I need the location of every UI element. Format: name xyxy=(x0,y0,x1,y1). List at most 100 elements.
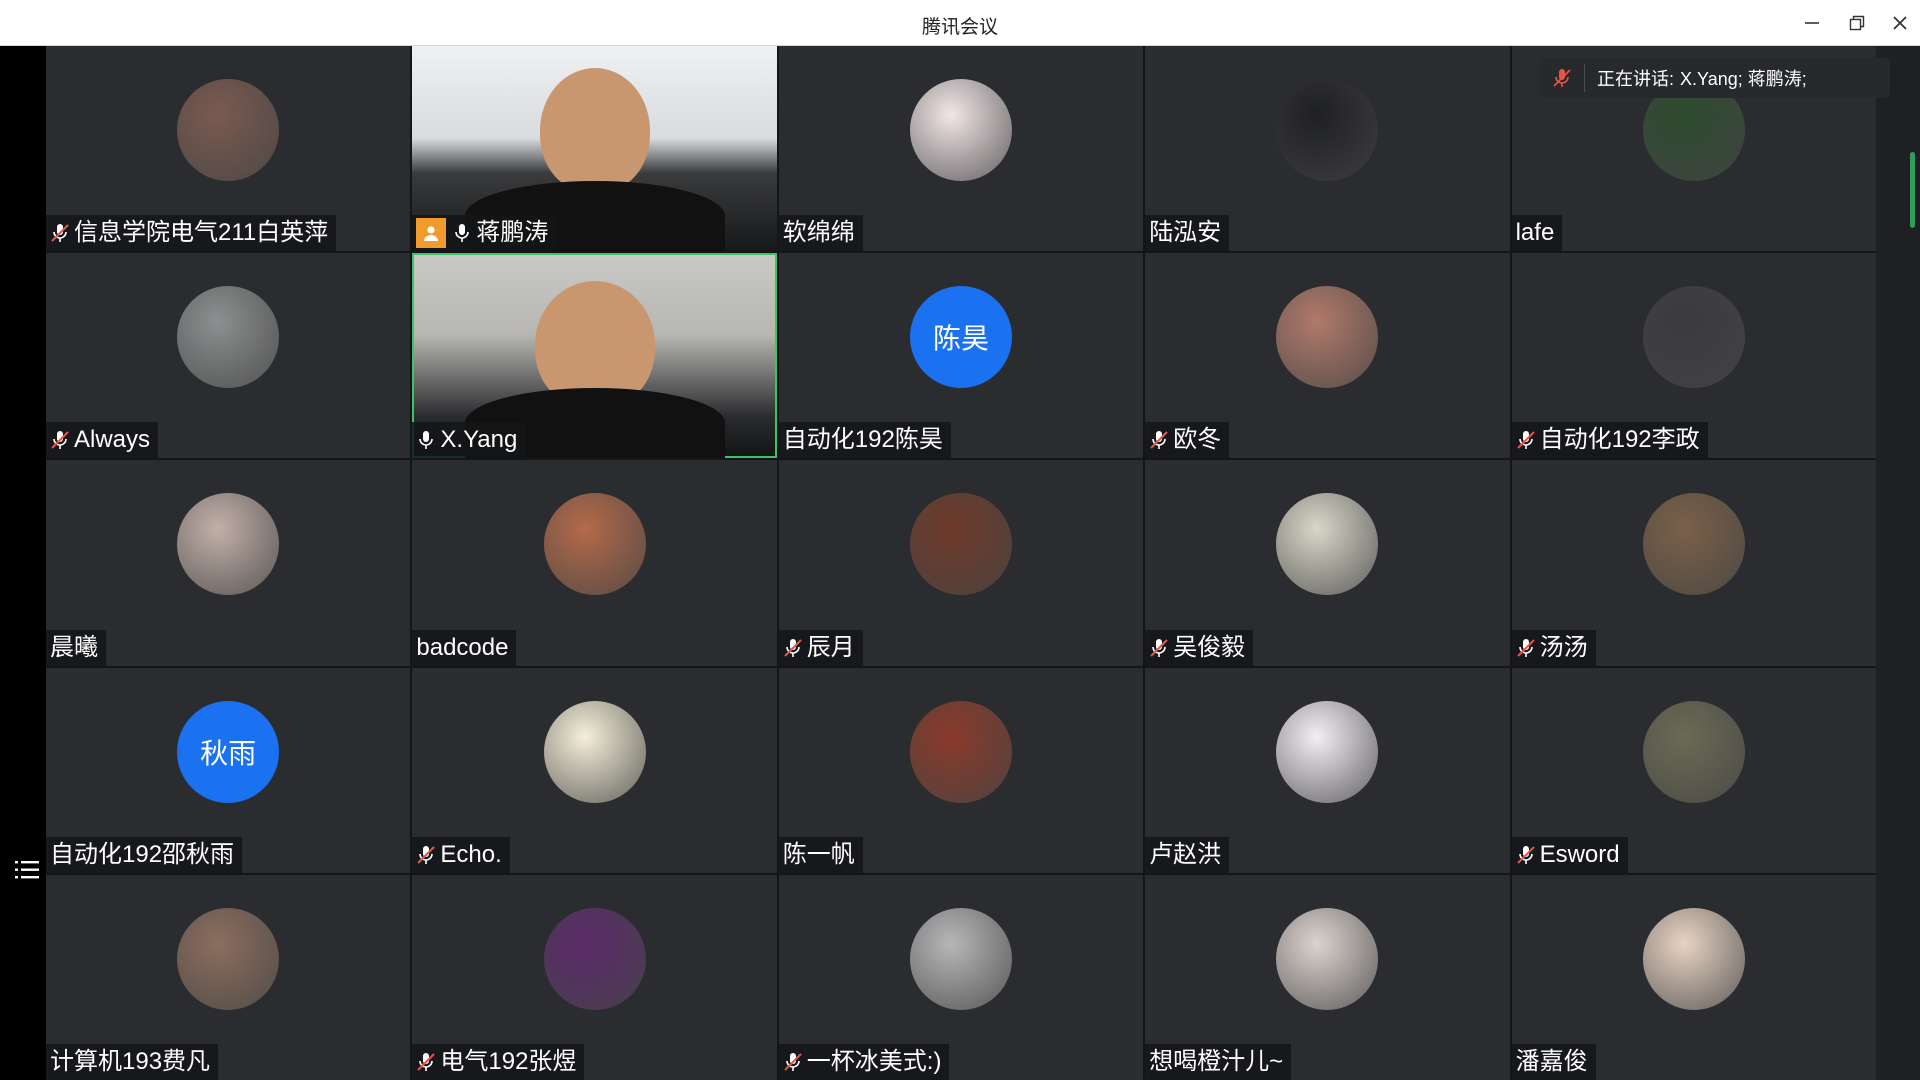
participant-name-tag: 信息学院电气211白英萍 xyxy=(46,215,337,252)
participant-name: 自动化192李政 xyxy=(1539,426,1700,454)
participant-name-tag: 辰月 xyxy=(778,629,863,666)
muted-mic-icon xyxy=(50,429,70,451)
participant-name-tag: 晨曦 xyxy=(46,629,106,666)
participant-tile[interactable]: 一杯冰美式:) xyxy=(778,874,1144,1080)
participant-tile[interactable]: 陆泓安 xyxy=(1145,46,1510,252)
participant-name: 卢赵洪 xyxy=(1149,840,1222,868)
scrollbar-thumb[interactable] xyxy=(1910,152,1915,228)
avatar xyxy=(1276,79,1379,181)
participant-tile[interactable]: 晨曦 xyxy=(46,460,411,666)
participant-tile[interactable]: 软绵绵 xyxy=(778,46,1144,252)
participant-name-tag: 一杯冰美式:) xyxy=(778,1043,950,1080)
avatar xyxy=(1642,700,1745,803)
avatar xyxy=(543,907,646,1010)
avatar: 陈昊 xyxy=(909,286,1012,389)
participant-name: 陆泓安 xyxy=(1149,219,1222,247)
participant-tile[interactable]: 汤汤 xyxy=(1511,460,1876,666)
avatar xyxy=(909,79,1012,181)
participant-name: 计算机193费凡 xyxy=(50,1047,211,1075)
participant-tile[interactable]: 想喝橙汁儿~ xyxy=(1145,874,1510,1080)
avatar xyxy=(1276,493,1379,596)
participant-name-tag: 汤汤 xyxy=(1511,629,1596,666)
participant-name-tag: 自动化192陈昊 xyxy=(778,422,951,459)
participant-tile[interactable]: 陈昊自动化192陈昊 xyxy=(778,253,1144,459)
close-button[interactable] xyxy=(1882,6,1918,40)
participant-name: 自动化192陈昊 xyxy=(782,426,943,454)
muted-mic-icon xyxy=(1149,637,1169,659)
participant-name-tag: 想喝橙汁儿~ xyxy=(1145,1043,1292,1080)
avatar xyxy=(909,493,1012,596)
participant-name-tag: 陈一帆 xyxy=(778,836,863,873)
avatar xyxy=(909,907,1012,1010)
avatar xyxy=(177,79,280,181)
divider xyxy=(1584,64,1585,92)
participant-name-tag: 电气192张煜 xyxy=(412,1043,585,1080)
avatar xyxy=(177,286,280,389)
participant-name-tag: 计算机193费凡 xyxy=(46,1043,219,1080)
avatar xyxy=(909,700,1012,803)
speaking-prefix: 正在讲话: xyxy=(1597,69,1675,89)
participant-tile[interactable]: 陈一帆 xyxy=(778,667,1144,873)
participant-list-button[interactable] xyxy=(12,855,42,885)
participant-tile[interactable]: 计算机193费凡 xyxy=(46,874,411,1080)
participant-name: lafe xyxy=(1515,219,1555,247)
participant-name-tag: 陆泓安 xyxy=(1145,215,1230,252)
participant-tile[interactable]: 电气192张煜 xyxy=(412,874,777,1080)
participant-tile[interactable]: 欧冬 xyxy=(1145,253,1510,459)
avatar xyxy=(1642,907,1745,1010)
participant-name: 晨曦 xyxy=(50,633,98,661)
participant-name: 信息学院电气211白英萍 xyxy=(74,219,329,247)
participant-tile[interactable]: badcode xyxy=(412,460,777,666)
window-title: 腾讯会议 xyxy=(921,17,998,38)
participant-tile[interactable]: 蒋鹏涛 xyxy=(412,46,777,252)
participant-name-tag: Always xyxy=(46,422,159,459)
list-icon xyxy=(15,861,39,879)
participant-name: 汤汤 xyxy=(1539,633,1588,661)
participant-name-tag: 欧冬 xyxy=(1145,422,1230,459)
participant-name: 软绵绵 xyxy=(782,219,855,247)
restore-button[interactable] xyxy=(1839,6,1875,40)
participant-name: 电气192张煜 xyxy=(440,1047,577,1075)
participant-name: 潘嘉俊 xyxy=(1515,1047,1588,1075)
avatar xyxy=(1642,493,1745,596)
avatar xyxy=(543,700,646,803)
participant-name: 想喝橙汁儿~ xyxy=(1149,1047,1284,1075)
participant-tile[interactable]: 秋雨自动化192邵秋雨 xyxy=(46,667,411,873)
participant-name: 辰月 xyxy=(806,633,855,661)
participant-tile[interactable]: 卢赵洪 xyxy=(1145,667,1510,873)
participant-name: 陈一帆 xyxy=(782,840,855,868)
participant-name: 吴俊毅 xyxy=(1173,633,1246,661)
participant-tile[interactable]: Always xyxy=(46,253,411,459)
participant-tile[interactable]: 吴俊毅 xyxy=(1145,460,1510,666)
participant-name-tag: 潘嘉俊 xyxy=(1511,1043,1596,1080)
left-toolbar xyxy=(0,46,46,1080)
participant-tile[interactable]: 潘嘉俊 xyxy=(1511,874,1876,1080)
participant-name-tag: lafe xyxy=(1511,215,1563,252)
muted-mic-icon xyxy=(1540,58,1584,98)
title-bar: 腾讯会议 xyxy=(0,0,1920,46)
participant-name-tag: 自动化192邵秋雨 xyxy=(46,836,243,873)
participant-name-tag: 蒋鹏涛 xyxy=(412,215,557,252)
participant-tile[interactable]: 辰月 xyxy=(778,460,1144,666)
minimize-button[interactable] xyxy=(1794,6,1830,40)
participant-tile[interactable]: X.Yang xyxy=(412,253,777,459)
avatar xyxy=(177,493,280,596)
participant-tile[interactable]: Esword xyxy=(1511,667,1876,873)
participant-tile[interactable]: 自动化192李政 xyxy=(1511,253,1876,459)
participant-name-tag: 软绵绵 xyxy=(778,215,863,252)
close-icon xyxy=(1893,16,1907,30)
participant-name: 自动化192邵秋雨 xyxy=(50,840,235,868)
participant-tile[interactable]: 信息学院电气211白英萍 xyxy=(46,46,411,252)
participant-name: 欧冬 xyxy=(1173,426,1222,454)
video-feed-face xyxy=(539,68,650,193)
muted-mic-icon xyxy=(416,844,436,866)
minimize-icon xyxy=(1805,22,1819,24)
participant-tile[interactable]: Echo. xyxy=(412,667,777,873)
participant-name-tag: badcode xyxy=(412,629,517,666)
avatar xyxy=(1276,907,1379,1010)
avatar: 秋雨 xyxy=(177,700,280,803)
participant-name: 一杯冰美式:) xyxy=(806,1047,942,1075)
participant-name: X.Yang xyxy=(440,426,518,454)
muted-mic-icon xyxy=(783,1051,803,1073)
muted-mic-icon xyxy=(50,222,70,244)
